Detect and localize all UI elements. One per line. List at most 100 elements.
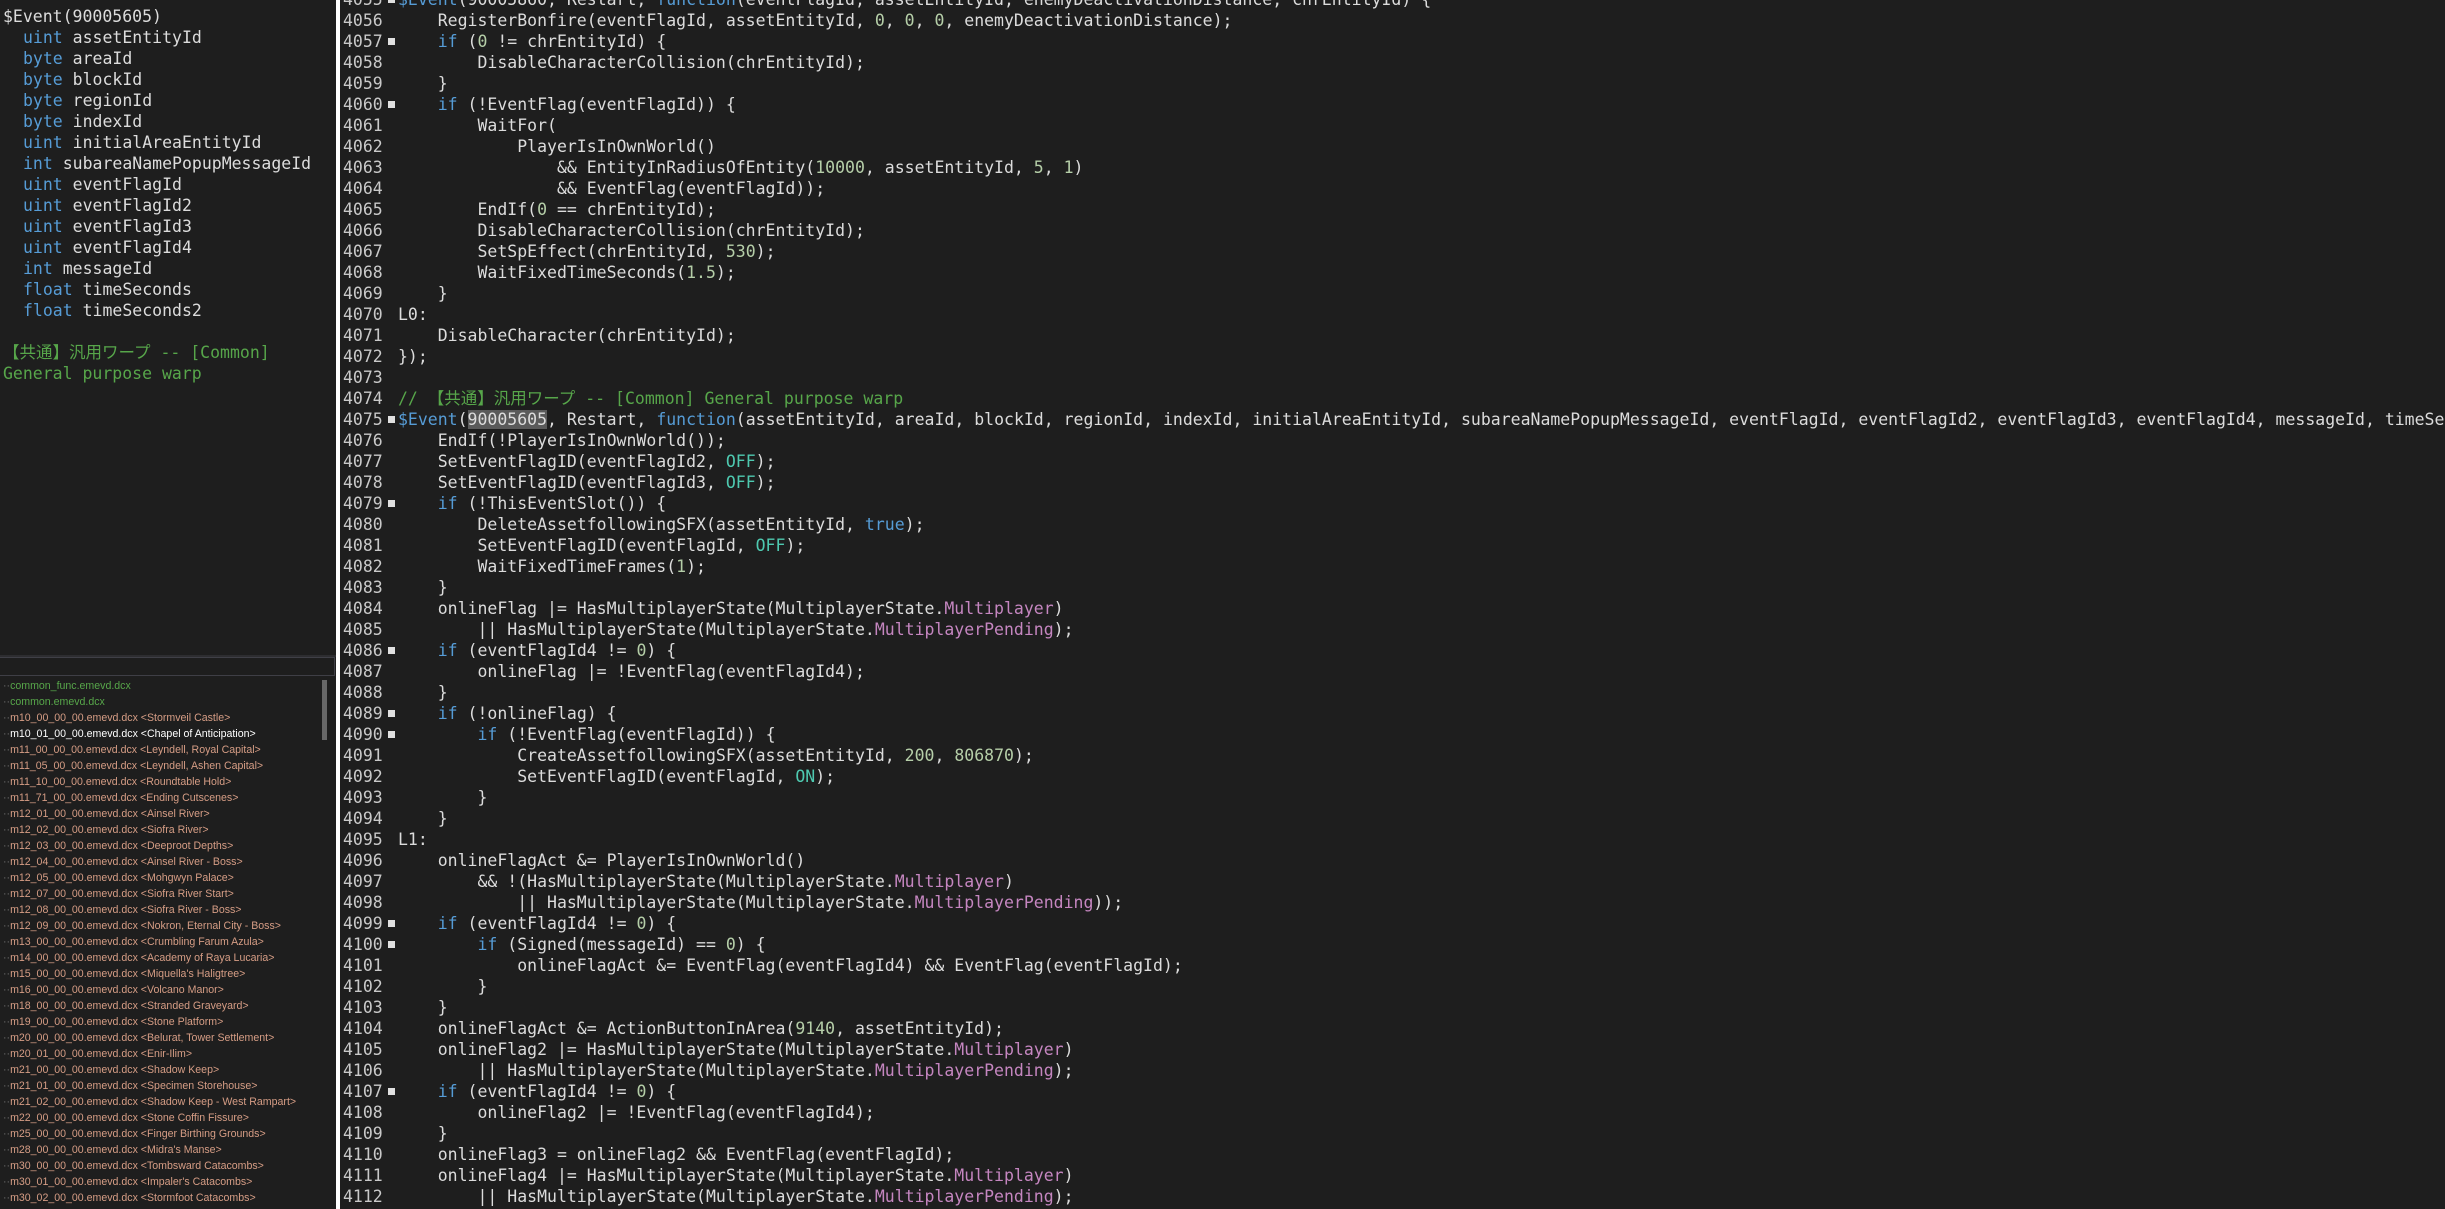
code-text[interactable]: } [398, 73, 448, 94]
code-text[interactable]: SetSpEffect(chrEntityId, 530); [398, 241, 775, 262]
code-line[interactable]: 4059 } [340, 73, 2445, 94]
code-text[interactable]: WaitFixedTimeSeconds(1.5); [398, 262, 735, 283]
file-list-item[interactable]: ··m11_00_00_00.emevd.dcx <Leyndell, Roya… [0, 742, 321, 758]
code-line[interactable]: 4070 L0: [340, 304, 2445, 325]
code-text[interactable]: DeleteAssetfollowingSFX(assetEntityId, t… [398, 514, 924, 535]
code-text[interactable]: EndIf(!PlayerIsInOwnWorld()); [398, 430, 726, 451]
code-line[interactable]: 4078 SetEventFlagID(eventFlagId3, OFF); [340, 472, 2445, 493]
file-list-item[interactable]: ··m20_01_00_00.emevd.dcx <Enir-Ilim> [0, 1046, 321, 1062]
code-line[interactable]: 4094 } [340, 808, 2445, 829]
fold-marker[interactable] [387, 934, 398, 955]
file-list-item[interactable]: ··m12_02_00_00.emevd.dcx <Siofra River> [0, 822, 321, 838]
file-list-item[interactable]: ··m14_00_00_00.emevd.dcx <Academy of Ray… [0, 950, 321, 966]
code-line[interactable]: 4065 EndIf(0 == chrEntityId); [340, 199, 2445, 220]
code-line[interactable]: 4097 && !(HasMultiplayerState(Multiplaye… [340, 871, 2445, 892]
code-text[interactable]: onlineFlagAct &= PlayerIsInOwnWorld() [398, 850, 806, 871]
code-text[interactable]: }); [398, 346, 428, 367]
code-text[interactable]: } [398, 808, 448, 829]
code-line[interactable]: 4060 if (!EventFlag(eventFlagId)) { [340, 94, 2445, 115]
code-text[interactable]: onlineFlag4 |= HasMultiplayerState(Multi… [398, 1165, 1074, 1186]
code-text[interactable]: $Event(90005605, Restart, function(asset… [398, 409, 2445, 430]
code-text[interactable]: $Event(90005860, Restart, function(event… [398, 0, 1431, 10]
code-line[interactable]: 4074 // 【共通】汎用ワープ -- [Common] General pur… [340, 388, 2445, 409]
code-line[interactable]: 4106 || HasMultiplayerState(MultiplayerS… [340, 1060, 2445, 1081]
code-text[interactable]: // 【共通】汎用ワープ -- [Common] General purpose… [398, 388, 903, 409]
file-list-item[interactable]: ··m12_07_00_00.emevd.dcx <Siofra River S… [0, 886, 321, 902]
code-text[interactable]: if (0 != chrEntityId) { [398, 31, 667, 52]
code-text[interactable]: WaitFixedTimeFrames(1); [398, 556, 706, 577]
code-line[interactable]: 4101 onlineFlagAct &= EventFlag(eventFla… [340, 955, 2445, 976]
file-list-item[interactable]: ··m21_00_00_00.emevd.dcx <Shadow Keep> [0, 1062, 321, 1078]
fold-box-icon[interactable] [388, 500, 395, 507]
file-list-item[interactable]: ··m19_00_00_00.emevd.dcx <Stone Platform… [0, 1014, 321, 1030]
code-line[interactable]: 4083 } [340, 577, 2445, 598]
code-line[interactable]: 4056 RegisterBonfire(eventFlagId, assetE… [340, 10, 2445, 31]
file-list-item[interactable]: ··m21_01_00_00.emevd.dcx <Specimen Store… [0, 1078, 321, 1094]
file-list-item[interactable]: ··common_func.emevd.dcx [0, 678, 321, 694]
code-text[interactable]: } [398, 1123, 448, 1144]
code-text[interactable]: if (!EventFlag(eventFlagId)) { [398, 724, 775, 745]
file-list-item[interactable]: ··m25_00_00_00.emevd.dcx <Finger Birthin… [0, 1126, 321, 1142]
code-text[interactable]: RegisterBonfire(eventFlagId, assetEntity… [398, 10, 1233, 31]
fold-marker[interactable] [387, 94, 398, 115]
code-text[interactable]: if (eventFlagId4 != 0) { [398, 1081, 676, 1102]
fold-box-icon[interactable] [388, 710, 395, 717]
file-list-item[interactable]: ··m22_00_00_00.emevd.dcx <Stone Coffin F… [0, 1110, 321, 1126]
code-text[interactable]: SetEventFlagID(eventFlagId3, OFF); [398, 472, 776, 493]
file-list-item[interactable]: ··m10_01_00_00.emevd.dcx <Chapel of Anti… [0, 726, 321, 742]
code-line[interactable]: 4105 onlineFlag2 |= HasMultiplayerState(… [340, 1039, 2445, 1060]
file-list-item[interactable]: ··m21_02_00_00.emevd.dcx <Shadow Keep - … [0, 1094, 321, 1110]
code-line[interactable]: 4104 onlineFlagAct &= ActionButtonInArea… [340, 1018, 2445, 1039]
code-line[interactable]: 4112 || HasMultiplayerState(MultiplayerS… [340, 1186, 2445, 1207]
code-line[interactable]: 4071 DisableCharacter(chrEntityId); [340, 325, 2445, 346]
file-list-item[interactable]: ··m12_08_00_00.emevd.dcx <Siofra River -… [0, 902, 321, 918]
code-text[interactable]: } [398, 682, 448, 703]
code-line[interactable]: 4085 || HasMultiplayerState(MultiplayerS… [340, 619, 2445, 640]
code-text[interactable]: onlineFlagAct &= ActionButtonInArea(9140… [398, 1018, 1004, 1039]
fold-box-icon[interactable] [388, 647, 395, 654]
file-list-item[interactable]: ··m16_00_00_00.emevd.dcx <Volcano Manor> [0, 982, 321, 998]
code-text[interactable]: onlineFlag2 |= !EventFlag(eventFlagId4); [398, 1102, 874, 1123]
file-list-item[interactable]: ··m15_00_00_00.emevd.dcx <Miquella's Hal… [0, 966, 321, 982]
code-text[interactable]: && EventFlag(eventFlagId)); [398, 178, 825, 199]
code-text[interactable]: DisableCharacterCollision(chrEntityId); [398, 52, 864, 73]
code-line[interactable]: 4107 if (eventFlagId4 != 0) { [340, 1081, 2445, 1102]
file-list-item[interactable]: ··m13_00_00_00.emevd.dcx <Crumbling Faru… [0, 934, 321, 950]
code-text[interactable]: } [398, 997, 448, 1018]
code-line[interactable]: 4069 } [340, 283, 2445, 304]
code-text[interactable]: DisableCharacter(chrEntityId); [398, 325, 736, 346]
code-line[interactable]: 4086 if (eventFlagId4 != 0) { [340, 640, 2445, 661]
file-list-item[interactable]: ··m12_09_00_00.emevd.dcx <Nokron, Eterna… [0, 918, 321, 934]
file-filter-input[interactable] [0, 657, 335, 676]
file-list-scrollbar[interactable] [321, 678, 336, 1209]
code-text[interactable]: DisableCharacterCollision(chrEntityId); [398, 220, 864, 241]
file-list-item[interactable]: ··m11_05_00_00.emevd.dcx <Leyndell, Ashe… [0, 758, 321, 774]
code-text[interactable]: } [398, 283, 448, 304]
fold-marker[interactable] [387, 31, 398, 52]
file-list-item[interactable]: ··m28_00_00_00.emevd.dcx <Midra's Manse> [0, 1142, 321, 1158]
code-text[interactable]: if (!onlineFlag) { [398, 703, 617, 724]
file-list-item[interactable]: ··m12_01_00_00.emevd.dcx <Ainsel River> [0, 806, 321, 822]
fold-marker[interactable] [387, 724, 398, 745]
file-list-item[interactable]: ··m18_00_00_00.emevd.dcx <Stranded Grave… [0, 998, 321, 1014]
code-line[interactable]: 4062 PlayerIsInOwnWorld() [340, 136, 2445, 157]
code-text[interactable]: } [398, 577, 448, 598]
code-text[interactable]: SetEventFlagID(eventFlagId, ON); [398, 766, 835, 787]
code-text[interactable]: if (!EventFlag(eventFlagId)) { [398, 94, 736, 115]
code-text[interactable]: if (eventFlagId4 != 0) { [398, 913, 676, 934]
code-line[interactable]: 4076 EndIf(!PlayerIsInOwnWorld()); [340, 430, 2445, 451]
code-line[interactable]: 4096 onlineFlagAct &= PlayerIsInOwnWorld… [340, 850, 2445, 871]
code-line[interactable]: 4092 SetEventFlagID(eventFlagId, ON); [340, 766, 2445, 787]
file-list-item[interactable]: ··m11_10_00_00.emevd.dcx <Roundtable Hol… [0, 774, 321, 790]
code-line[interactable]: 4077 SetEventFlagID(eventFlagId2, OFF); [340, 451, 2445, 472]
code-text[interactable]: onlineFlag3 = onlineFlag2 && EventFlag(e… [398, 1144, 955, 1165]
code-line[interactable]: 4073 [340, 367, 2445, 388]
fold-box-icon[interactable] [388, 1088, 395, 1095]
code-line[interactable]: 4087 onlineFlag |= !EventFlag(eventFlagI… [340, 661, 2445, 682]
code-text[interactable]: WaitFor( [398, 115, 556, 136]
file-list-item[interactable]: ··m20_00_00_00.emevd.dcx <Belurat, Tower… [0, 1030, 321, 1046]
code-line[interactable]: 4072}); [340, 346, 2445, 367]
code-line[interactable]: 4075 $Event(90005605, Restart, function(a… [340, 409, 2445, 430]
fold-box-icon[interactable] [388, 0, 395, 3]
code-editor[interactable]: 4055$Event(90005860, Restart, function(e… [340, 0, 2445, 1209]
